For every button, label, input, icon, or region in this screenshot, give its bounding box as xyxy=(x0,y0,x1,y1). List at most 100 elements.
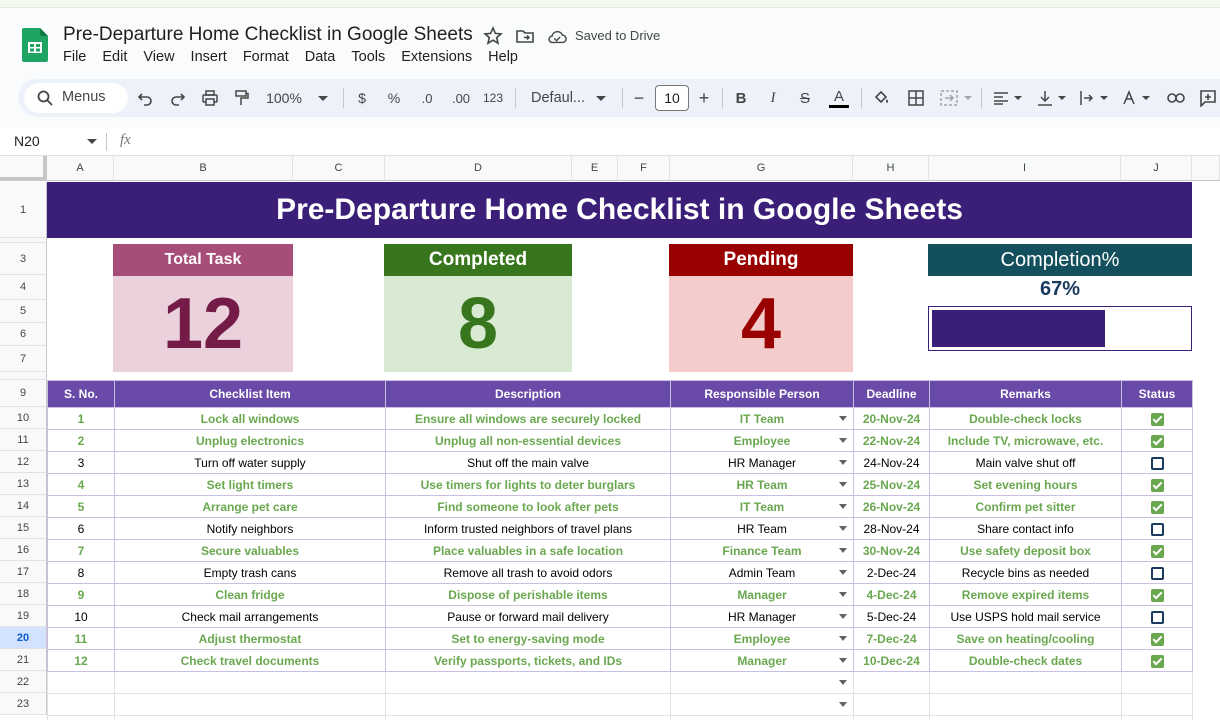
row-header-1[interactable]: 1 xyxy=(0,182,47,238)
row-header-10[interactable]: 10 xyxy=(0,407,47,429)
cell-sno[interactable]: 9 xyxy=(47,583,115,606)
cell-checklist-item[interactable]: Lock all windows xyxy=(114,407,386,430)
column-header-e[interactable]: E xyxy=(572,156,618,181)
menu-extensions[interactable]: Extensions xyxy=(393,49,480,65)
cell-deadline[interactable]: 4-Dec-24 xyxy=(853,583,930,606)
italic-button[interactable]: I xyxy=(763,79,783,117)
cell-responsible-person[interactable]: Finance Team xyxy=(670,539,854,562)
empty-cell[interactable] xyxy=(1121,715,1193,720)
cell-responsible-person[interactable]: Employee xyxy=(670,429,854,452)
empty-cell[interactable] xyxy=(1121,671,1193,694)
cell-checklist-item[interactable]: Adjust thermostat xyxy=(114,627,386,650)
cell-sno[interactable]: 12 xyxy=(47,649,115,672)
empty-cell[interactable] xyxy=(929,693,1122,716)
select-all-corner[interactable] xyxy=(0,156,47,181)
person-dropdown-icon[interactable] xyxy=(839,570,847,575)
row-header-8[interactable] xyxy=(0,372,47,380)
empty-cell[interactable] xyxy=(853,693,930,716)
cell-deadline[interactable]: 22-Nov-24 xyxy=(853,429,930,452)
cell-checklist-item[interactable]: Check mail arrangements xyxy=(114,605,386,628)
cell-responsible-person[interactable]: HR Team xyxy=(670,473,854,496)
cell-deadline[interactable]: 2-Dec-24 xyxy=(853,561,930,584)
empty-cell[interactable] xyxy=(385,693,671,716)
cell-sno[interactable]: 10 xyxy=(47,605,115,628)
cell-description[interactable]: Unplug all non-essential devices xyxy=(385,429,671,452)
column-header-g[interactable]: G xyxy=(670,156,853,181)
merge-cells-button[interactable] xyxy=(936,79,976,117)
checked-checkbox[interactable] xyxy=(1150,632,1164,646)
cell-checklist-item[interactable]: Arrange pet care xyxy=(114,495,386,518)
row-header-20[interactable]: 20 xyxy=(0,627,47,649)
empty-cell[interactable] xyxy=(114,715,386,720)
cell-checklist-item[interactable]: Clean fridge xyxy=(114,583,386,606)
cell-checklist-item[interactable]: Empty trash cans xyxy=(114,561,386,584)
row-header-6[interactable]: 6 xyxy=(0,323,47,346)
sheets-logo-icon[interactable] xyxy=(22,28,48,62)
menu-data[interactable]: Data xyxy=(297,49,344,65)
cell-deadline[interactable]: 7-Dec-24 xyxy=(853,627,930,650)
empty-cell[interactable] xyxy=(47,671,115,694)
cell-responsible-person[interactable]: HR Team xyxy=(670,517,854,540)
cell-sno[interactable]: 1 xyxy=(47,407,115,430)
cell-remarks[interactable]: Remove expired items xyxy=(929,583,1122,606)
row-header-9[interactable]: 9 xyxy=(0,380,47,407)
empty-cell[interactable] xyxy=(929,671,1122,694)
empty-cell[interactable] xyxy=(853,715,930,720)
row-header-21[interactable]: 21 xyxy=(0,649,47,671)
cell-sno[interactable]: 6 xyxy=(47,517,115,540)
cell-responsible-person[interactable]: Employee xyxy=(670,627,854,650)
cell-remarks[interactable]: Set evening hours xyxy=(929,473,1122,496)
cell-remarks[interactable]: Save on heating/cooling xyxy=(929,627,1122,650)
row-header-18[interactable]: 18 xyxy=(0,583,47,605)
cell-deadline[interactable]: 24-Nov-24 xyxy=(853,451,930,474)
empty-cell[interactable] xyxy=(929,715,1122,720)
cell-deadline[interactable]: 20-Nov-24 xyxy=(853,407,930,430)
cell-remarks[interactable]: Confirm pet sitter xyxy=(929,495,1122,518)
paint-format-button[interactable] xyxy=(230,79,254,117)
cell-deadline[interactable]: 26-Nov-24 xyxy=(853,495,930,518)
row-header-7[interactable]: 7 xyxy=(0,346,47,372)
text-color-button[interactable]: A xyxy=(827,79,851,117)
row-header-14[interactable]: 14 xyxy=(0,495,47,517)
empty-cell[interactable] xyxy=(853,671,930,694)
person-dropdown-icon[interactable] xyxy=(839,438,847,443)
cell-remarks[interactable]: Main valve shut off xyxy=(929,451,1122,474)
column-header-i[interactable]: I xyxy=(929,156,1121,181)
cell-checklist-item[interactable]: Set light timers xyxy=(114,473,386,496)
cell-checklist-item[interactable]: Secure valuables xyxy=(114,539,386,562)
print-button[interactable] xyxy=(198,79,222,117)
cell-deadline[interactable]: 25-Nov-24 xyxy=(853,473,930,496)
cell-description[interactable]: Find someone to look after pets xyxy=(385,495,671,518)
unchecked-checkbox[interactable] xyxy=(1150,456,1164,470)
person-dropdown-icon[interactable] xyxy=(839,504,847,509)
cell-checklist-item[interactable]: Turn off water supply xyxy=(114,451,386,474)
empty-cell[interactable] xyxy=(670,671,854,694)
cell-description[interactable]: Place valuables in a safe location xyxy=(385,539,671,562)
person-dropdown-icon[interactable] xyxy=(839,526,847,531)
currency-format-button[interactable]: $ xyxy=(352,79,372,117)
cell-remarks[interactable]: Use safety deposit box xyxy=(929,539,1122,562)
column-header-d[interactable]: D xyxy=(385,156,572,181)
menu-edit[interactable]: Edit xyxy=(94,49,135,65)
cell-responsible-person[interactable]: Manager xyxy=(670,649,854,672)
person-dropdown-icon[interactable] xyxy=(839,658,847,663)
decrease-decimal-button[interactable]: .0 xyxy=(414,79,440,117)
person-dropdown-icon[interactable] xyxy=(839,614,847,619)
zoom-dropdown-icon[interactable] xyxy=(316,79,330,117)
fill-color-button[interactable] xyxy=(870,79,894,117)
cell-deadline[interactable]: 28-Nov-24 xyxy=(853,517,930,540)
empty-cell[interactable] xyxy=(670,715,854,720)
increase-font-size-button[interactable]: + xyxy=(695,79,713,117)
menu-insert[interactable]: Insert xyxy=(183,49,235,65)
cell-deadline[interactable]: 30-Nov-24 xyxy=(853,539,930,562)
cell-responsible-person[interactable]: HR Manager xyxy=(670,451,854,474)
cell-sno[interactable]: 3 xyxy=(47,451,115,474)
cell-description[interactable]: Inform trusted neighbors of travel plans xyxy=(385,517,671,540)
cell-sno[interactable]: 8 xyxy=(47,561,115,584)
cell-sno[interactable]: 4 xyxy=(47,473,115,496)
cell-sno[interactable]: 2 xyxy=(47,429,115,452)
person-dropdown-icon[interactable] xyxy=(839,548,847,553)
menu-help[interactable]: Help xyxy=(480,49,526,65)
checked-checkbox[interactable] xyxy=(1150,434,1164,448)
cell-remarks[interactable]: Include TV, microwave, etc. xyxy=(929,429,1122,452)
